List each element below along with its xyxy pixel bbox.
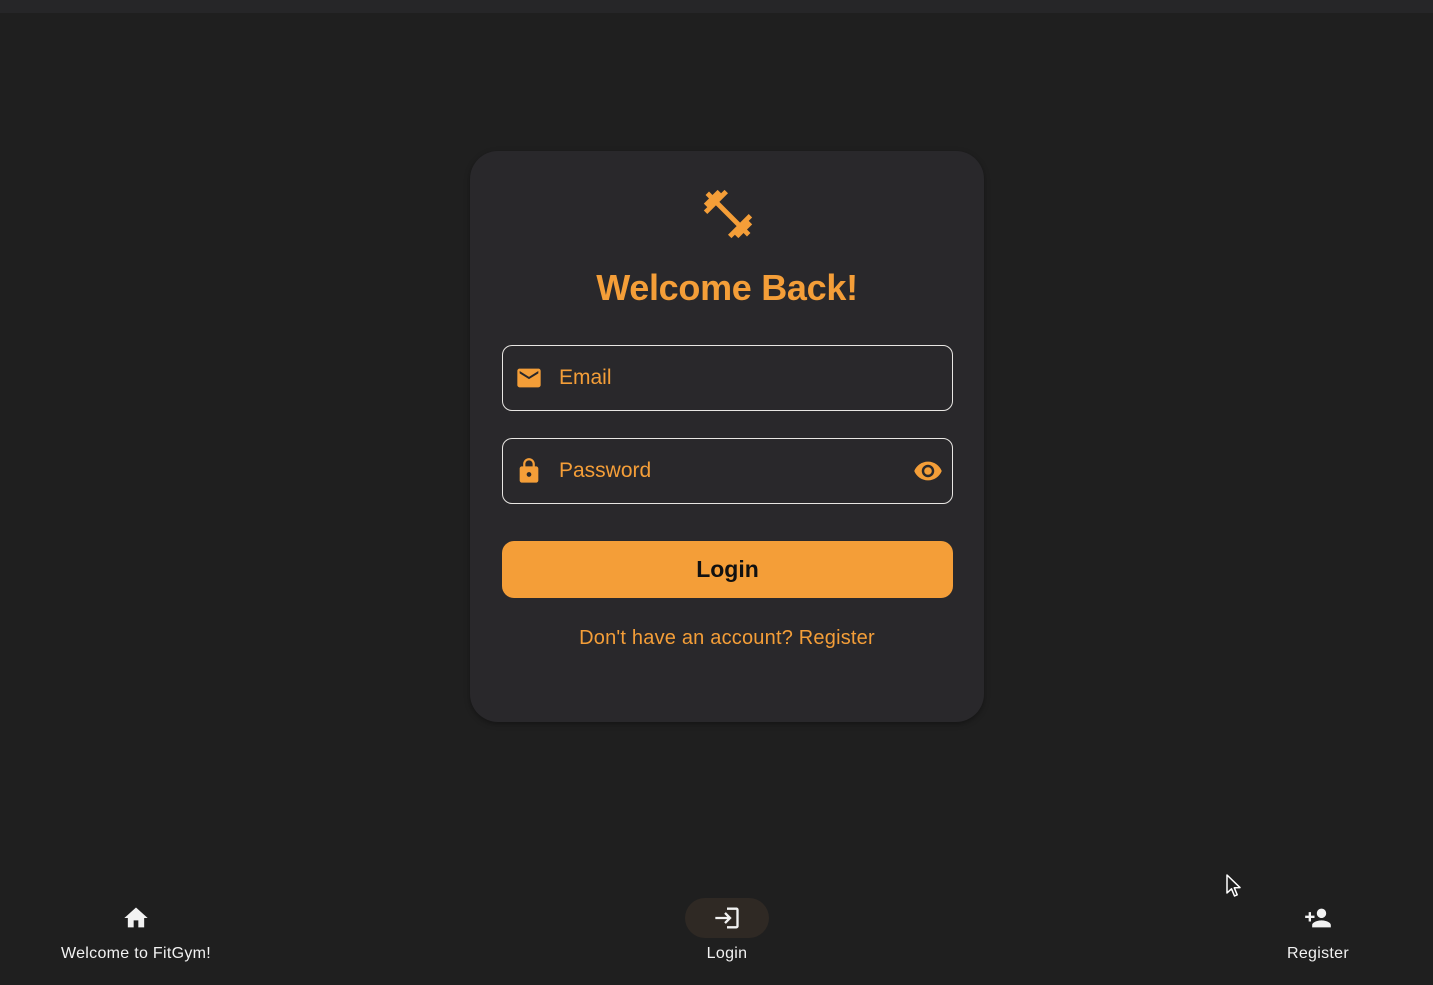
eye-icon[interactable] bbox=[913, 456, 943, 486]
mouse-cursor-icon bbox=[1226, 874, 1241, 897]
nav-item-login[interactable]: Login bbox=[607, 898, 847, 978]
email-field[interactable] bbox=[502, 345, 953, 411]
email-input[interactable] bbox=[559, 346, 889, 409]
login-card: Welcome Back! Login Don't have an accoun… bbox=[470, 151, 984, 722]
password-input[interactable] bbox=[559, 439, 889, 502]
nav-item-label: Welcome to FitGym! bbox=[60, 945, 212, 962]
register-link[interactable]: Don't have an account? Register bbox=[470, 627, 984, 650]
fitness-dumbbell-icon bbox=[703, 189, 753, 239]
password-field[interactable] bbox=[502, 438, 953, 504]
home-icon bbox=[124, 907, 148, 928]
nav-item-label: Login bbox=[706, 945, 748, 962]
nav-item-label: Register bbox=[1287, 945, 1349, 962]
login-button[interactable]: Login bbox=[502, 541, 953, 598]
person-add-icon bbox=[1305, 908, 1331, 928]
window-top-bar bbox=[0, 0, 1433, 13]
bottom-navigation: Welcome to FitGym! Login Register bbox=[0, 880, 1433, 985]
nav-item-home[interactable]: Welcome to FitGym! bbox=[16, 898, 256, 978]
nav-item-register[interactable]: Register bbox=[1198, 898, 1433, 978]
login-icon bbox=[715, 907, 739, 929]
mail-icon bbox=[517, 368, 541, 388]
page-title: Welcome Back! bbox=[596, 267, 858, 308]
lock-icon bbox=[519, 458, 539, 483]
